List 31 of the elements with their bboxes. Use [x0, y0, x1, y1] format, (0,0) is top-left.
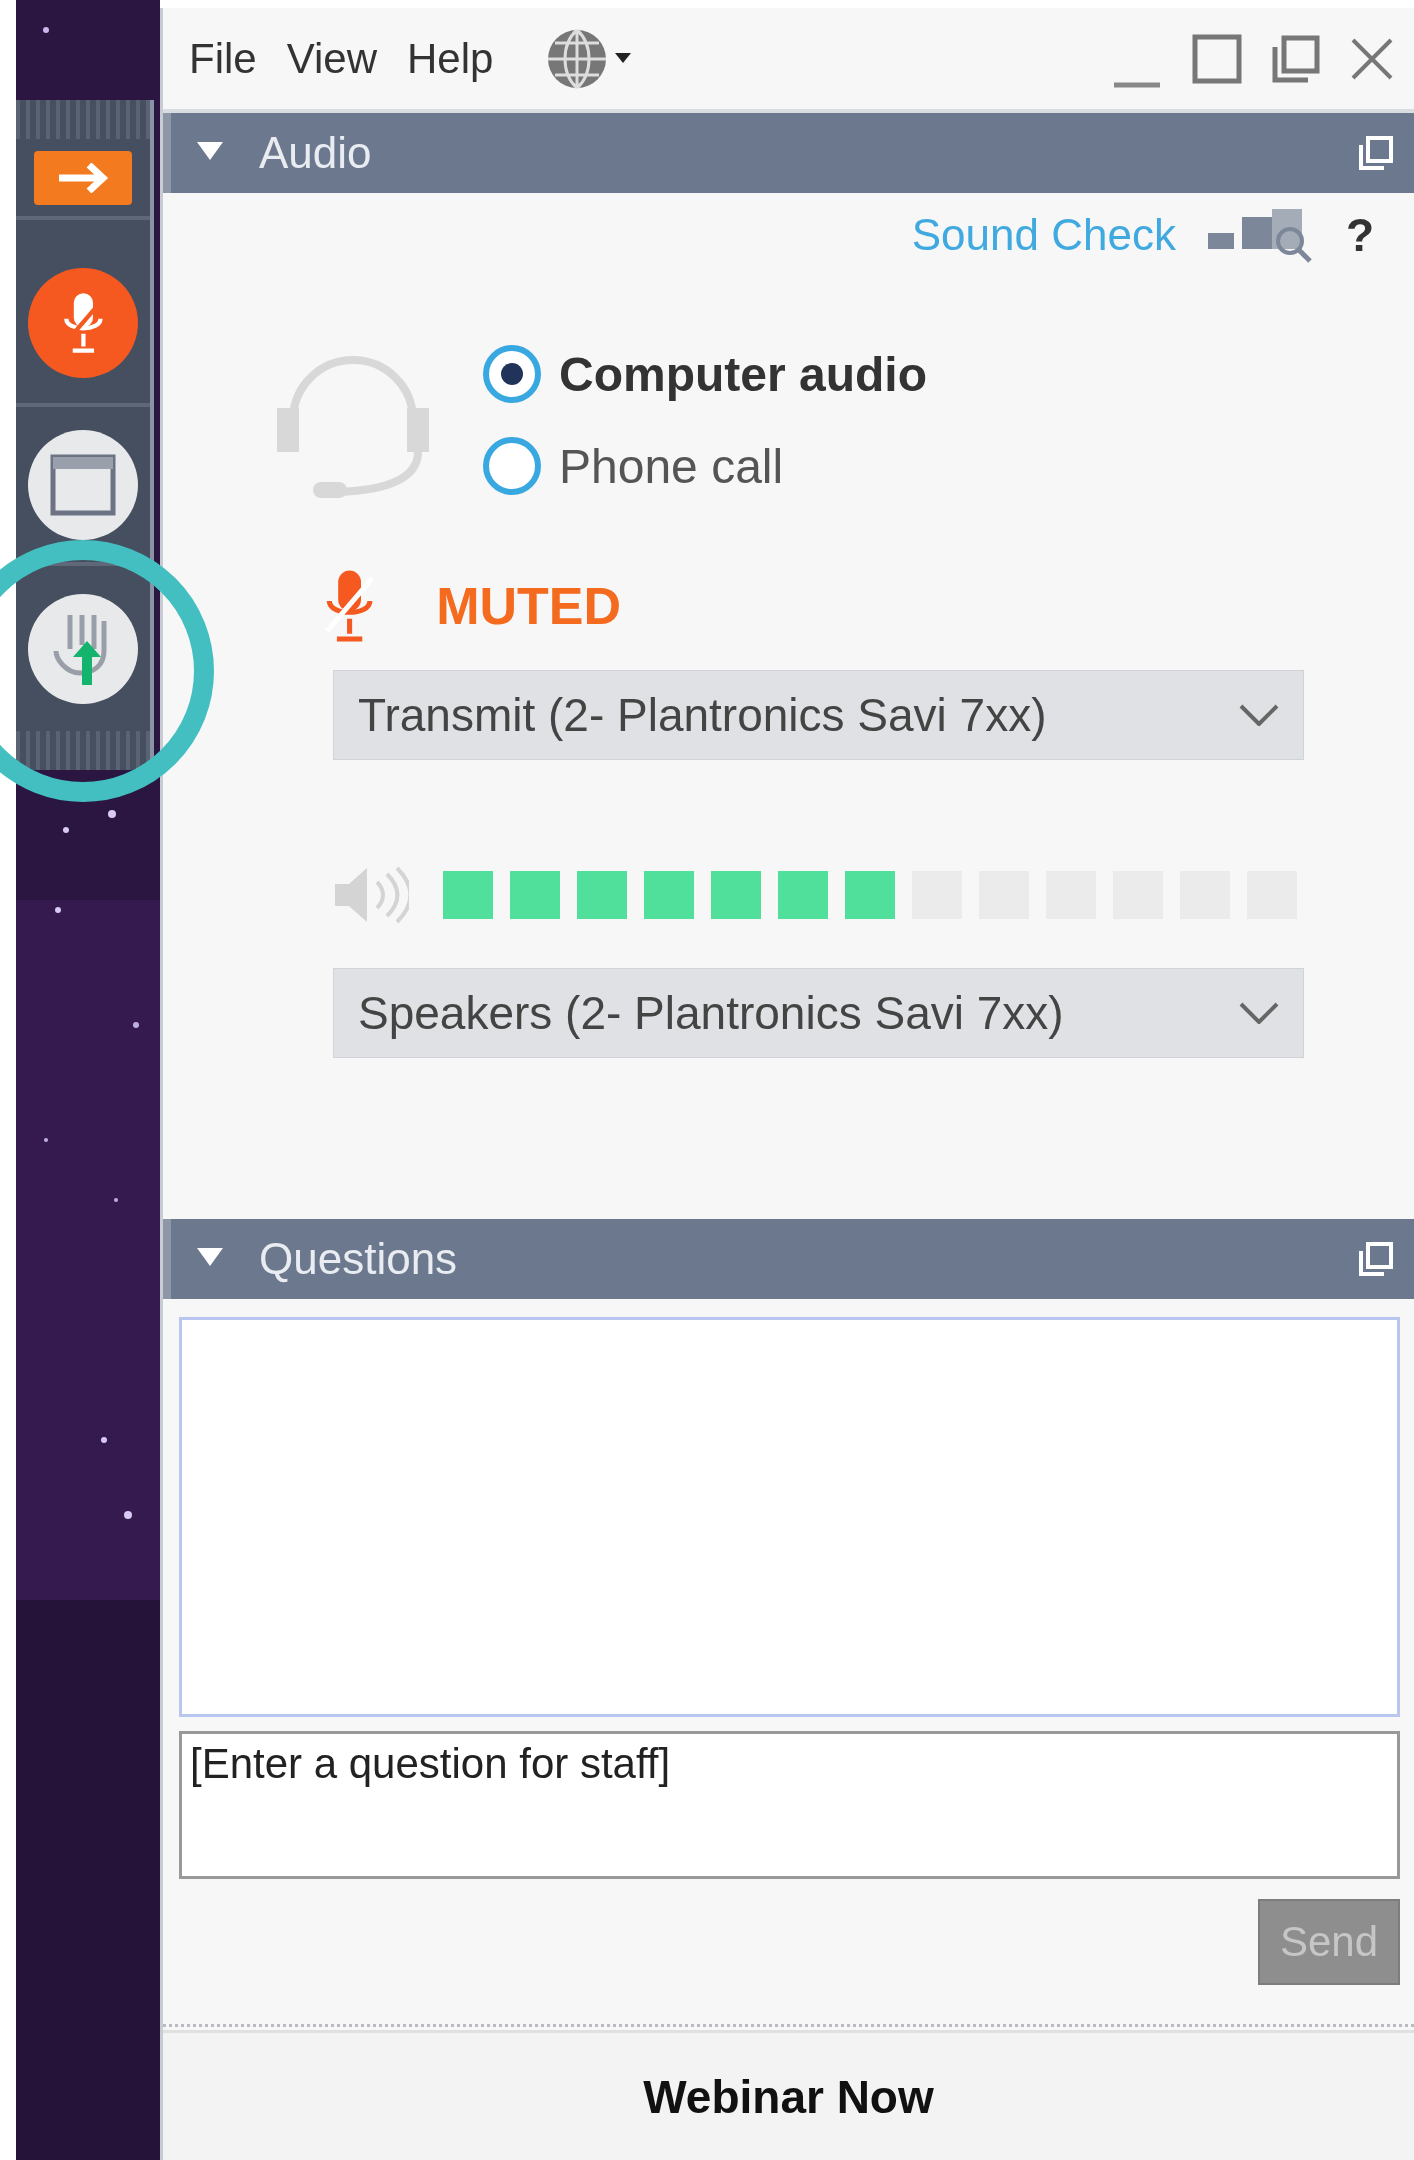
speaker-dropdown[interactable]: Speakers (2- Plantronics Savi 7xx): [333, 968, 1304, 1058]
footer-title: Webinar Now: [643, 2069, 934, 2124]
collapse-icon[interactable]: [195, 1246, 225, 1268]
audio-mode-radio[interactable]: Phone call: [483, 437, 927, 495]
chevron-down-icon: [1239, 1002, 1279, 1024]
microphone-dropdown[interactable]: Transmit (2- Plantronics Savi 7xx): [333, 670, 1304, 760]
section-title: Questions: [259, 1234, 458, 1284]
audio-mode-radio[interactable]: Computer audio: [483, 345, 927, 403]
window-icon: [50, 453, 116, 516]
grip-handle[interactable]: [16, 731, 150, 770]
pop-out-icon[interactable]: [1358, 135, 1394, 171]
question-input[interactable]: [Enter a question for staff]: [179, 1731, 1400, 1879]
menu-item[interactable]: Help: [406, 34, 494, 83]
right-arrow-icon: [57, 162, 109, 193]
pop-out-icon[interactable]: [1358, 1241, 1394, 1277]
menu-item[interactable]: File: [189, 34, 257, 83]
mic-status: MUTED: [436, 576, 622, 636]
section-title: Audio: [259, 128, 372, 178]
speaker-icon: [333, 864, 409, 926]
menu-item[interactable]: View: [286, 34, 377, 83]
maximize-icon[interactable]: [1192, 33, 1242, 84]
restore-icon[interactable]: [1272, 34, 1320, 83]
arrow-button[interactable]: [34, 150, 132, 205]
chevron-down-icon: [1239, 704, 1279, 726]
help-icon[interactable]: ?: [1345, 208, 1374, 262]
collapse-icon[interactable]: [195, 140, 225, 162]
muted-microphone-icon: [323, 568, 377, 644]
audio-header[interactable]: Audio: [163, 113, 1414, 193]
grip-handle[interactable]: [16, 100, 150, 139]
close-icon[interactable]: [1350, 36, 1394, 81]
questions-header[interactable]: Questions: [163, 1219, 1414, 1299]
